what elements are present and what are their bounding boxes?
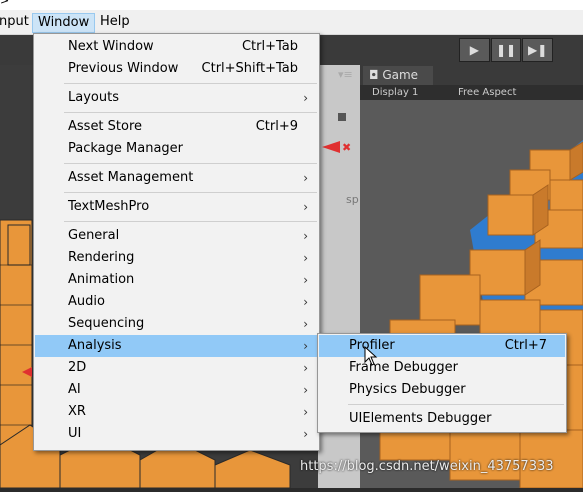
chevron-right-icon: › (303, 317, 308, 331)
watermark: https://blog.csdn.net/weixin_43757333 (300, 459, 554, 474)
chevron-right-icon: › (303, 339, 308, 353)
menu-separator (64, 83, 317, 84)
chevron-right-icon: › (303, 200, 308, 214)
chevron-right-icon: › (303, 383, 308, 397)
chevron-right-icon: › (303, 91, 308, 105)
menu-item-analysis[interactable]: Analysis › (35, 335, 318, 357)
chevron-right-icon: › (303, 251, 308, 265)
chevron-right-icon: › (303, 273, 308, 287)
chevron-right-icon: › (303, 427, 308, 441)
submenu-item-frame-debugger[interactable]: Frame Debugger (319, 357, 565, 379)
chevron-right-icon: › (303, 295, 308, 309)
lock-icon[interactable] (338, 113, 346, 121)
chevron-right-icon: › (303, 229, 308, 243)
inspector-fragment: sp (346, 193, 359, 206)
menu-item-ai[interactable]: AI › (35, 379, 318, 401)
game-icon: ◘ (369, 68, 383, 82)
menu-item-textmeshpro[interactable]: TextMeshPro › (35, 196, 318, 218)
submenu-item-profiler[interactable]: Profiler Ctrl+7 (319, 335, 565, 357)
menu-item-layouts[interactable]: Layouts › (35, 87, 318, 109)
menu-window[interactable]: Window (32, 13, 96, 33)
menu-input[interactable]: nput (0, 13, 34, 31)
menu-item-previous-window[interactable]: Previous Window Ctrl+Shift+Tab (35, 58, 318, 80)
game-tab-label: Game (382, 68, 419, 82)
menu-item-audio[interactable]: Audio › (35, 291, 318, 313)
game-toolbar: Display 1 Free Aspect (360, 85, 583, 100)
menu-item-package-manager[interactable]: Package Manager (35, 138, 318, 160)
menu-help[interactable]: Help (95, 13, 135, 31)
aspect-select[interactable]: Free Aspect (458, 85, 516, 100)
menu-separator (64, 163, 317, 164)
menu-separator (64, 112, 317, 113)
menu-separator (64, 221, 317, 222)
menu-item-animation[interactable]: Animation › (35, 269, 318, 291)
play-controls: ▶ ❚❚ ▶❚ (459, 38, 554, 62)
submenu-item-physics-debugger[interactable]: Physics Debugger (319, 379, 565, 401)
title-strip: > (0, 0, 583, 10)
submenu-item-uielements-debugger[interactable]: UIElements Debugger (319, 408, 565, 430)
pause-button[interactable]: ❚❚ (490, 38, 522, 62)
chevron-right-icon: › (303, 405, 308, 419)
menu-item-sequencing[interactable]: Sequencing › (35, 313, 318, 335)
menu-item-xr[interactable]: XR › (35, 401, 318, 423)
menu-item-ui[interactable]: UI › (35, 423, 318, 445)
close-icon[interactable]: ✖ (342, 141, 351, 154)
chevron-right-icon: › (303, 171, 308, 185)
tab-game[interactable]: ◘ Game (363, 66, 433, 85)
menu-bar: nput Window Help (0, 10, 583, 35)
menu-item-general[interactable]: General › (35, 225, 318, 247)
display-select[interactable]: Display 1 (372, 85, 418, 100)
step-button[interactable]: ▶❚ (522, 38, 554, 62)
menu-item-asset-store[interactable]: Asset Store Ctrl+9 (35, 116, 318, 138)
menu-item-rendering[interactable]: Rendering › (35, 247, 318, 269)
window-menu: Next Window Ctrl+Tab Previous Window Ctr… (33, 33, 320, 451)
menu-item-2d[interactable]: 2D › (35, 357, 318, 379)
chevron-right-icon: › (303, 361, 308, 375)
mouse-cursor-icon (364, 346, 378, 366)
red-arrow-icon (322, 141, 340, 153)
menu-separator (64, 192, 317, 193)
menu-item-next-window[interactable]: Next Window Ctrl+Tab (35, 36, 318, 58)
menu-item-asset-management[interactable]: Asset Management › (35, 167, 318, 189)
play-button[interactable]: ▶ (459, 38, 490, 62)
tab-options-icon[interactable]: ▾≡ (338, 68, 353, 81)
analysis-submenu: Profiler Ctrl+7 Frame Debugger Physics D… (317, 333, 567, 433)
menu-separator (348, 404, 564, 405)
